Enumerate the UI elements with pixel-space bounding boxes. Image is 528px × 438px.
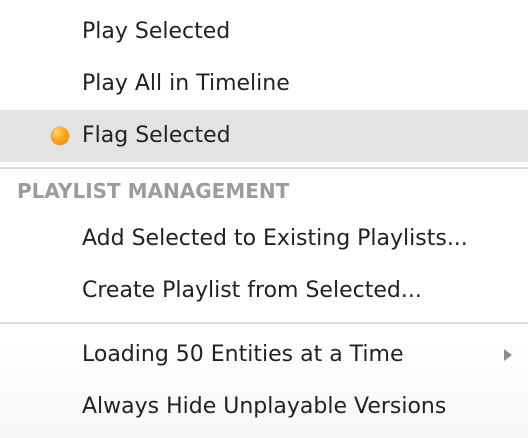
section-header-playlist-management: PLAYLIST MANAGEMENT: [17, 179, 290, 203]
menu-item-label: Create Playlist from Selected...: [82, 278, 422, 303]
menu-item-label: Play All in Timeline: [82, 71, 290, 96]
menu-item-label: Always Hide Unplayable Versions: [82, 394, 447, 419]
menu-item-always-hide-unplayable-versions[interactable]: Always Hide Unplayable Versions: [0, 381, 528, 433]
flag-dot-icon: [51, 127, 69, 145]
menu-item-label: Add Selected to Existing Playlists...: [82, 226, 468, 251]
menu-item-create-playlist-from-selected[interactable]: Create Playlist from Selected...: [0, 265, 528, 317]
menu-item-flag-selected[interactable]: Flag Selected: [0, 110, 528, 162]
menu-item-play-all-in-timeline[interactable]: Play All in Timeline: [0, 58, 528, 110]
context-menu: Play Selected Play All in Timeline Flag …: [0, 0, 528, 438]
menu-item-label: Loading 50 Entities at a Time: [82, 342, 404, 367]
menu-item-add-selected-to-existing-playlists[interactable]: Add Selected to Existing Playlists...: [0, 213, 528, 265]
submenu-arrow-icon: [504, 349, 512, 361]
menu-item-play-selected[interactable]: Play Selected: [0, 6, 528, 58]
menu-separator: [0, 322, 528, 324]
menu-item-label: Flag Selected: [82, 123, 231, 148]
menu-item-loading-entities[interactable]: Loading 50 Entities at a Time: [0, 329, 528, 381]
menu-item-label: Play Selected: [82, 19, 231, 44]
